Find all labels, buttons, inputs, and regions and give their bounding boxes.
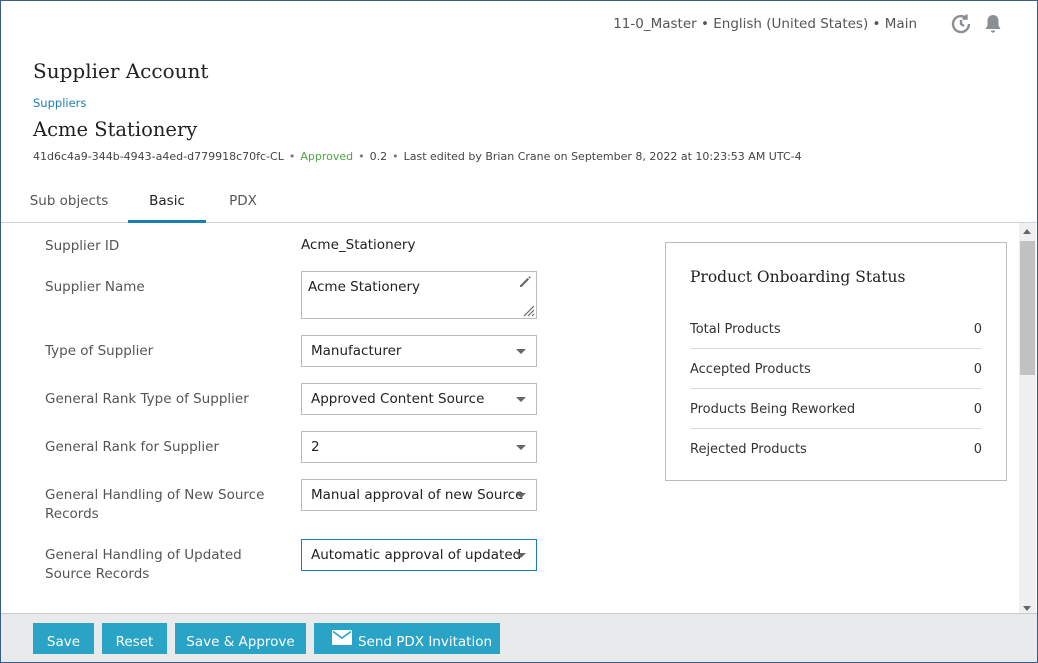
- top-bar: 11-0_Master • English (United States) • …: [1, 1, 1037, 47]
- last-edited: Last edited by Brian Crane on September …: [403, 150, 802, 163]
- rank-type-select[interactable]: Approved Content Source: [301, 383, 537, 415]
- stat-label: Total Products: [690, 322, 781, 337]
- save-approve-button[interactable]: Save & Approve: [175, 623, 306, 654]
- type-of-supplier-label: Type of Supplier: [45, 343, 154, 359]
- stat-label: Products Being Reworked: [690, 402, 856, 417]
- stat-row-total: Total Products 0: [690, 309, 982, 349]
- rank-value: 2: [311, 439, 320, 455]
- rank-type-value: Approved Content Source: [311, 391, 485, 407]
- tab-bar: Sub objects Basic PDX: [1, 184, 1037, 223]
- stat-value: 0: [973, 322, 982, 337]
- send-pdx-invitation-button[interactable]: Send PDX Invitation: [314, 623, 500, 654]
- stat-label: Rejected Products: [690, 442, 807, 457]
- chevron-down-icon: [516, 349, 526, 354]
- scroll-up-icon[interactable]: [1023, 229, 1031, 234]
- context-info[interactable]: 11-0_Master • English (United States) • …: [613, 16, 917, 32]
- object-meta: 41d6c4a9-344b-4943-a4ed-d779918c70fc-CL •…: [33, 150, 802, 163]
- tab-basic[interactable]: Basic: [128, 184, 206, 223]
- rank-type-label: General Rank Type of Supplier: [45, 391, 249, 407]
- pencil-icon[interactable]: [518, 275, 532, 289]
- chevron-down-icon: [516, 493, 526, 498]
- vertical-scrollbar[interactable]: [1019, 223, 1036, 615]
- updated-source-select[interactable]: Automatic approval of updated: [301, 539, 537, 571]
- stat-value: 0: [973, 362, 982, 377]
- supplier-name-field[interactable]: Acme Stationery: [301, 271, 537, 319]
- scroll-down-icon[interactable]: [1023, 606, 1031, 611]
- status-badge: Approved: [300, 150, 354, 163]
- resize-handle-icon[interactable]: [521, 303, 535, 317]
- supplier-name-label: Supplier Name: [45, 279, 145, 295]
- card-title: Product Onboarding Status: [690, 268, 906, 286]
- new-source-label: General Handling of New Source Records: [45, 487, 265, 522]
- product-onboarding-status-card: Product Onboarding Status Total Products…: [665, 242, 1007, 481]
- mail-icon: [332, 630, 352, 645]
- stat-row-reworked: Products Being Reworked 0: [690, 389, 982, 429]
- scroll-thumb[interactable]: [1020, 241, 1035, 375]
- action-bar: Save Reset Save & Approve Send PDX Invit…: [1, 613, 1037, 662]
- supplier-id-label: Supplier ID: [45, 238, 120, 254]
- history-icon[interactable]: [949, 12, 973, 36]
- chevron-down-icon: [516, 553, 526, 558]
- bell-icon[interactable]: [981, 12, 1005, 36]
- tab-pdx[interactable]: PDX: [217, 184, 269, 223]
- rank-select[interactable]: 2: [301, 431, 537, 463]
- basic-form-panel: Supplier ID Acme_Stationery Supplier Nam…: [1, 223, 1020, 601]
- supplier-id-value: Acme_Stationery: [301, 237, 416, 253]
- chevron-down-icon: [516, 397, 526, 402]
- type-of-supplier-value: Manufacturer: [311, 343, 402, 359]
- chevron-down-icon: [516, 445, 526, 450]
- stat-row-accepted: Accepted Products 0: [690, 349, 982, 389]
- type-of-supplier-select[interactable]: Manufacturer: [301, 335, 537, 367]
- object-id: 41d6c4a9-344b-4943-a4ed-d779918c70fc-CL: [33, 150, 284, 163]
- stat-value: 0: [973, 442, 982, 457]
- breadcrumb-suppliers[interactable]: Suppliers: [33, 96, 86, 110]
- stat-value: 0: [973, 402, 982, 417]
- send-pdx-label: Send PDX Invitation: [357, 634, 493, 650]
- tab-sub-objects[interactable]: Sub objects: [23, 184, 115, 223]
- updated-source-label: General Handling of Updated Source Recor…: [45, 547, 242, 582]
- version: 0.2: [369, 150, 388, 163]
- new-source-select[interactable]: Manual approval of new Source: [301, 479, 537, 511]
- new-source-value: Manual approval of new Source: [311, 487, 524, 503]
- stat-row-rejected: Rejected Products 0: [690, 429, 982, 469]
- stat-label: Accepted Products: [690, 362, 811, 377]
- save-button[interactable]: Save: [33, 623, 94, 654]
- object-name: Acme Stationery: [33, 118, 198, 141]
- reset-button[interactable]: Reset: [102, 623, 167, 654]
- rank-label: General Rank for Supplier: [45, 439, 219, 455]
- updated-source-value: Automatic approval of updated: [311, 547, 522, 563]
- supplier-name-value: Acme Stationery: [308, 279, 421, 295]
- page-title: Supplier Account: [33, 59, 209, 83]
